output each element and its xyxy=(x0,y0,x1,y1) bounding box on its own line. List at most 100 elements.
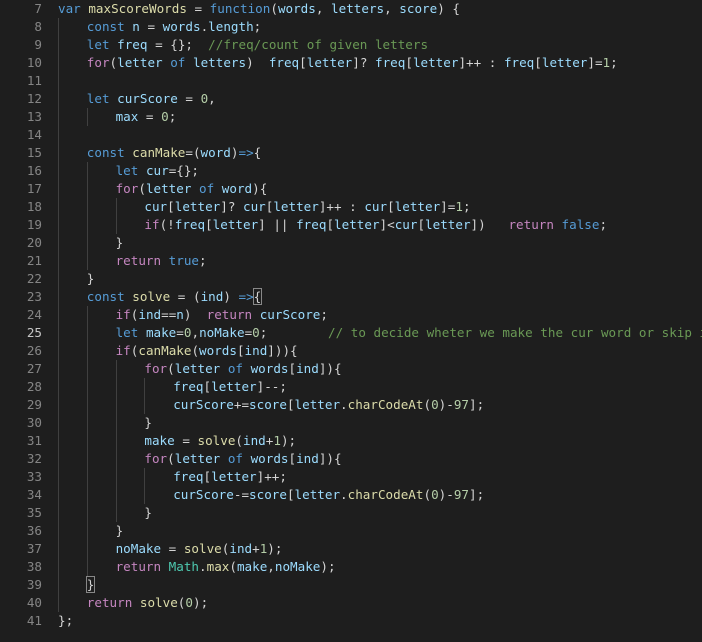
code-content[interactable]: let make=0,noMake=0; // to decide wheter… xyxy=(58,324,702,342)
code-content[interactable]: if(!freq[letter] || freq[letter]<cur[let… xyxy=(58,216,702,234)
code-token: = ( xyxy=(170,289,201,304)
code-token: words xyxy=(162,19,201,34)
code-token: return xyxy=(115,253,169,268)
code-content[interactable]: freq[letter]--; xyxy=(58,378,702,396)
indent-guide xyxy=(58,54,59,72)
code-line[interactable]: 14 xyxy=(0,126,702,144)
line-number: 27 xyxy=(26,361,42,376)
code-line[interactable]: 19 if(!freq[letter] || freq[letter]<cur[l… xyxy=(0,216,702,234)
code-token: ); xyxy=(320,559,336,574)
code-line[interactable]: 8 const n = words.length; xyxy=(0,18,702,36)
code-line[interactable]: 17 for(letter of word){ xyxy=(0,180,702,198)
code-line[interactable]: 35} xyxy=(0,504,702,522)
code-content[interactable]: if(ind==n) return curScore; xyxy=(58,306,702,324)
code-content[interactable] xyxy=(58,72,702,90)
code-token: ]= xyxy=(587,55,603,70)
code-line[interactable]: 20} xyxy=(0,234,702,252)
code-content[interactable]: for(letter of words[ind]){ xyxy=(58,360,702,378)
code-content[interactable]: } xyxy=(58,504,702,522)
code-token: max xyxy=(115,109,139,124)
code-content[interactable]: } xyxy=(58,576,702,594)
code-token: letter xyxy=(174,361,221,376)
code-line[interactable]: 23 const solve = (ind) =>{ xyxy=(0,288,702,306)
code-token: letters xyxy=(192,55,247,70)
code-content[interactable]: curScore+=score[letter.charCodeAt(0)-97]… xyxy=(58,396,702,414)
code-line[interactable]: 12 let curScore = 0, xyxy=(0,90,702,108)
code-line[interactable]: 29 curScore+=score[letter.charCodeAt(0)-9… xyxy=(0,396,702,414)
code-content[interactable]: freq[letter]++; xyxy=(58,468,702,486)
code-content[interactable]: cur[letter]? cur[letter]++ : cur[letter]… xyxy=(58,198,702,216)
code-content[interactable]: max = 0; xyxy=(58,108,702,126)
code-token: 0 xyxy=(161,109,169,124)
code-content[interactable]: if(canMake(words[ind])){ xyxy=(58,342,702,360)
code-line[interactable]: 21 return true; xyxy=(0,252,702,270)
code-content[interactable]: return Math.max(make,noMake); xyxy=(58,558,702,576)
code-token: [ xyxy=(288,451,297,466)
code-content[interactable]: return true; xyxy=(58,252,702,270)
code-line[interactable]: 37 noMake = solve(ind+1); xyxy=(0,540,702,558)
code-content[interactable]: const canMake=(word)=>{ xyxy=(58,144,702,162)
code-content[interactable]: return solve(0); xyxy=(58,594,702,612)
code-line[interactable]: 13 max = 0; xyxy=(0,108,702,126)
code-line[interactable]: 9 let freq = {}; //freq/count of given le… xyxy=(0,36,702,54)
code-line[interactable]: 30} xyxy=(0,414,702,432)
code-content[interactable]: } xyxy=(58,414,702,432)
code-line[interactable]: 7 var maxScoreWords = function(words, let… xyxy=(0,0,702,18)
code-line[interactable]: 40 return solve(0); xyxy=(0,594,702,612)
code-line[interactable]: 41}; xyxy=(0,612,702,630)
code-token: ) xyxy=(223,289,239,304)
code-line[interactable]: 34 curScore-=score[letter.charCodeAt(0)-9… xyxy=(0,486,702,504)
code-token: ] || xyxy=(258,217,297,232)
code-content[interactable]: for(letter of word){ xyxy=(58,180,702,198)
code-line[interactable]: 32 for(letter of words[ind]){ xyxy=(0,450,702,468)
code-content[interactable]: const solve = (ind) =>{ xyxy=(58,288,702,306)
code-content[interactable]: for(letter of words[ind]){ xyxy=(58,450,702,468)
code-line[interactable]: 15 const canMake=(word)=>{ xyxy=(0,144,702,162)
code-content[interactable]: } xyxy=(58,522,702,540)
code-content[interactable]: let cur={}; xyxy=(58,162,702,180)
code-token: const xyxy=(86,145,133,160)
indent-guide xyxy=(58,594,59,612)
code-line[interactable]: 11 xyxy=(0,72,702,90)
code-line[interactable]: 28 freq[letter]--; xyxy=(0,378,702,396)
code-line[interactable]: 39} xyxy=(0,576,702,594)
code-line[interactable]: 24 if(ind==n) return curScore; xyxy=(0,306,702,324)
code-token: for xyxy=(115,181,139,196)
indent-guide xyxy=(115,378,117,396)
indent-guide xyxy=(58,378,59,396)
code-line[interactable]: 31 make = solve(ind+1); xyxy=(0,432,702,450)
code-line[interactable]: 27 for(letter of words[ind]){ xyxy=(0,360,702,378)
code-content[interactable]: let freq = {}; //freq/count of given let… xyxy=(58,36,702,54)
code-token: of xyxy=(162,55,193,70)
code-line[interactable]: 33 freq[letter]++; xyxy=(0,468,702,486)
indent-guide xyxy=(58,468,59,486)
code-line[interactable]: 26 if(canMake(words[ind])){ xyxy=(0,342,702,360)
code-token: word xyxy=(200,145,231,160)
code-line[interactable]: 18 cur[letter]? cur[letter]++ : cur[lette… xyxy=(0,198,702,216)
code-editor[interactable]: 7 var maxScoreWords = function(words, let… xyxy=(0,0,702,642)
code-content[interactable]: let curScore = 0, xyxy=(58,90,702,108)
code-token: n xyxy=(132,19,140,34)
code-line[interactable]: 38 return Math.max(make,noMake); xyxy=(0,558,702,576)
code-content[interactable]: noMake = solve(ind+1); xyxy=(58,540,702,558)
indent-guide xyxy=(86,324,88,342)
code-token: ( xyxy=(167,451,175,466)
code-token: ]? xyxy=(352,55,375,70)
indent-guide xyxy=(58,486,59,504)
code-content[interactable]: } xyxy=(58,234,702,252)
code-content[interactable]: for(letter of letters) freq[letter]? fre… xyxy=(58,54,702,72)
code-content[interactable]: var maxScoreWords = function(words, lett… xyxy=(58,0,702,18)
code-content[interactable]: make = solve(ind+1); xyxy=(58,432,702,450)
code-line[interactable]: 16 let cur={}; xyxy=(0,162,702,180)
code-content[interactable]: } xyxy=(58,270,702,288)
indent-guide xyxy=(58,180,59,198)
code-content[interactable]: }; xyxy=(58,612,702,630)
code-token: [ xyxy=(387,199,395,214)
code-content[interactable] xyxy=(58,126,702,144)
code-line[interactable]: 22} xyxy=(0,270,702,288)
code-line[interactable]: 36} xyxy=(0,522,702,540)
code-content[interactable]: const n = words.length; xyxy=(58,18,702,36)
code-line[interactable]: 10 for(letter of letters) freq[letter]? f… xyxy=(0,54,702,72)
code-content[interactable]: curScore-=score[letter.charCodeAt(0)-97]… xyxy=(58,486,702,504)
code-line[interactable]: 25 let make=0,noMake=0; // to decide whet… xyxy=(0,324,702,342)
